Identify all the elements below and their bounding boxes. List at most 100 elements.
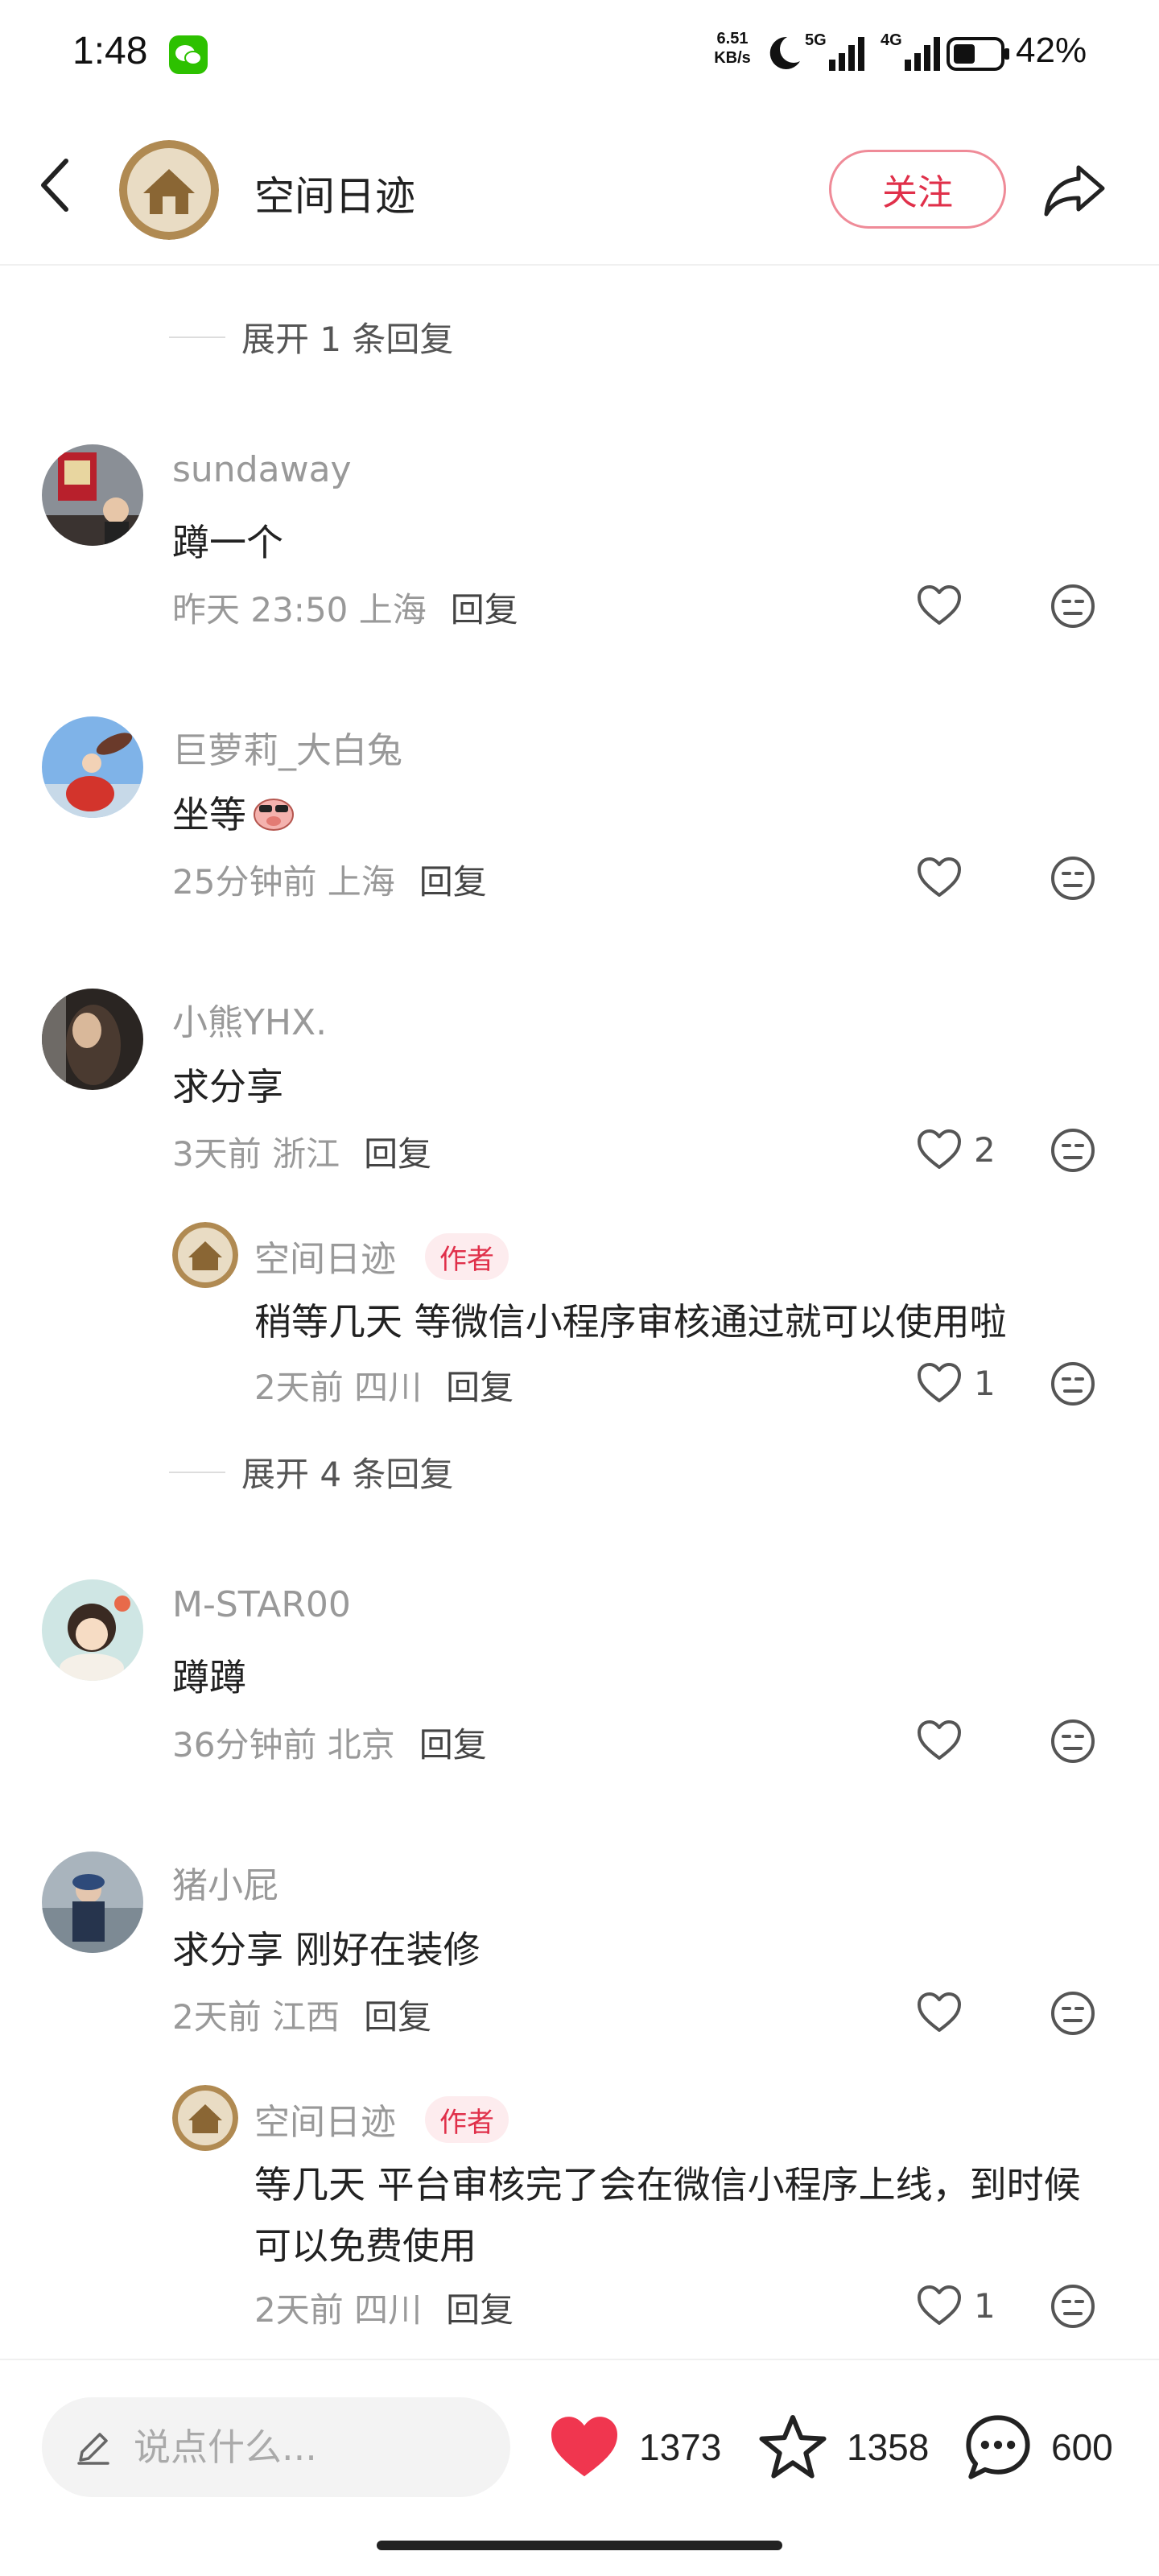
like-note-button[interactable]: 1373 xyxy=(547,2407,721,2487)
comment-meta: 36分钟前 北京 回复 xyxy=(172,1718,487,1767)
net-speed-value: 6.51 xyxy=(716,30,749,47)
heart-icon xyxy=(918,1129,961,1169)
dislike-face-icon[interactable] xyxy=(1050,1127,1096,1174)
wechat-icon xyxy=(169,35,208,74)
like-button[interactable] xyxy=(916,1988,974,2037)
reply-author[interactable]: 空间日迹 xyxy=(254,2093,396,2145)
network-4g-label: 4G xyxy=(881,31,902,49)
expand-replies-button[interactable]: 展开 4 条回复 xyxy=(169,1447,453,1496)
comment-author[interactable]: 小熊YHX. xyxy=(172,993,327,1045)
star-icon xyxy=(759,2414,827,2479)
favorite-button[interactable]: 1358 xyxy=(757,2407,929,2487)
comment-meta: 昨天 23:50 上海 回复 xyxy=(172,583,518,632)
reply-button[interactable]: 回复 xyxy=(451,590,518,630)
like-button[interactable]: 1 xyxy=(916,1359,996,1407)
comment-author[interactable]: 巨萝莉_大白兔 xyxy=(172,721,402,773)
reply-time-location: 2天前 四川 xyxy=(254,1368,423,1407)
avatar[interactable] xyxy=(42,444,143,546)
comment-author[interactable]: 猪小屁 xyxy=(172,1856,278,1908)
avatar[interactable] xyxy=(42,1579,143,1681)
back-arrow-icon[interactable] xyxy=(32,153,80,217)
follow-button[interactable]: 关注 xyxy=(829,150,1006,229)
reply-time-location: 2天前 四川 xyxy=(254,2290,423,2330)
comment-total: 600 xyxy=(1051,2426,1113,2468)
moon-icon xyxy=(769,36,800,69)
reply-button[interactable]: 回复 xyxy=(364,1997,431,2037)
reply-button[interactable]: 回复 xyxy=(364,1134,431,1174)
net-speed-unit: KB/s xyxy=(714,49,751,67)
signal-5g-icon: 5G xyxy=(805,31,864,71)
like-button[interactable] xyxy=(916,853,974,902)
avatar[interactable] xyxy=(42,1852,143,1953)
heart-icon xyxy=(918,1992,961,2032)
avatar[interactable] xyxy=(42,716,143,818)
signal-4g-icon: 4G xyxy=(881,31,940,71)
avatar[interactable] xyxy=(42,989,143,1090)
comment-author[interactable]: M-STAR00 xyxy=(172,1584,351,1625)
comment-meta: 25分钟前 上海 回复 xyxy=(172,855,487,904)
reply-button[interactable]: 回复 xyxy=(419,862,487,902)
comment-text: 蹲蹲 xyxy=(172,1656,246,1699)
like-button[interactable] xyxy=(916,581,974,630)
expand-label: 展开 1 条回复 xyxy=(241,320,454,359)
like-button[interactable]: 2 xyxy=(916,1125,996,1174)
comment-time-location: 昨天 23:50 上海 xyxy=(172,590,427,630)
heart-icon xyxy=(551,2417,617,2477)
comment-text: 求分享 刚好在装修 xyxy=(172,1928,481,1971)
like-count: 2 xyxy=(974,1129,996,1170)
comment-time-location: 36分钟前 北京 xyxy=(172,1725,395,1765)
heart-icon xyxy=(918,2285,961,2325)
comment-text: 坐等 xyxy=(172,786,296,839)
reply-author[interactable]: 空间日迹 xyxy=(254,1230,396,1282)
reply-text: 稍等几天 等微信小程序审核通过就可以使用啦 xyxy=(254,1300,1007,1344)
share-icon[interactable] xyxy=(1038,153,1111,225)
comment-meta: 3天前 浙江 回复 xyxy=(172,1127,431,1176)
comment-time-location: 3天前 浙江 xyxy=(172,1134,340,1174)
dislike-face-icon[interactable] xyxy=(1050,1718,1096,1765)
author-avatar[interactable] xyxy=(119,140,219,240)
comment-text-content: 坐等 xyxy=(172,793,246,836)
divider xyxy=(169,1471,225,1473)
like-count: 1 xyxy=(974,2285,996,2326)
comment-time-location: 25分钟前 上海 xyxy=(172,862,395,902)
expand-replies-button[interactable]: 展开 1 条回复 xyxy=(169,312,453,361)
reply-meta: 2天前 四川 回复 xyxy=(254,2283,514,2332)
divider xyxy=(169,336,225,338)
dislike-face-icon[interactable] xyxy=(1050,583,1096,630)
author-tag: 作者 xyxy=(425,1233,509,1280)
reply-button[interactable]: 回复 xyxy=(446,2290,514,2330)
comment-button[interactable]: 600 xyxy=(963,2407,1113,2487)
dislike-face-icon[interactable] xyxy=(1050,2283,1096,2330)
pencil-icon xyxy=(77,2433,109,2465)
comment-input-box[interactable] xyxy=(42,2397,510,2497)
like-button[interactable]: 1 xyxy=(916,2281,996,2330)
dislike-face-icon[interactable] xyxy=(1050,1990,1096,2037)
avatar[interactable] xyxy=(172,2085,238,2151)
status-time: 1:48 xyxy=(72,30,148,72)
author-name[interactable]: 空间日迹 xyxy=(254,164,415,222)
reply-button[interactable]: 回复 xyxy=(419,1725,487,1765)
comment-text: 蹲一个 xyxy=(172,521,283,564)
home-indicator[interactable] xyxy=(377,2541,782,2550)
dislike-face-icon[interactable] xyxy=(1050,855,1096,902)
comment-list: 展开 1 条回复 sundaway 蹲一个 昨天 23:50 上海 回复 巨萝莉_… xyxy=(0,267,1159,2360)
status-bar: 1:48 6.51 KB/s 5G 4G 42% xyxy=(0,0,1159,105)
like-total: 1373 xyxy=(639,2426,722,2468)
net-speed: 6.51 KB/s xyxy=(708,29,757,68)
avatar[interactable] xyxy=(172,1222,238,1288)
dislike-face-icon[interactable] xyxy=(1050,1360,1096,1407)
comment-meta: 2天前 江西 回复 xyxy=(172,1990,431,2039)
like-button[interactable] xyxy=(916,1716,974,1765)
heart-icon xyxy=(918,1363,961,1402)
reply-button[interactable]: 回复 xyxy=(446,1368,514,1407)
heart-icon xyxy=(918,857,961,897)
like-count: 1 xyxy=(974,1363,996,1403)
author-tag: 作者 xyxy=(425,2096,509,2143)
comment-text: 求分享 xyxy=(172,1065,283,1108)
favorite-total: 1358 xyxy=(847,2426,930,2468)
comment-author[interactable]: sundaway xyxy=(172,449,352,490)
bottom-action-bar: 1373 1358 600 xyxy=(0,2359,1159,2576)
comment-time-location: 2天前 江西 xyxy=(172,1997,340,2037)
battery-icon xyxy=(947,37,1009,71)
comment-input[interactable] xyxy=(134,2425,488,2469)
